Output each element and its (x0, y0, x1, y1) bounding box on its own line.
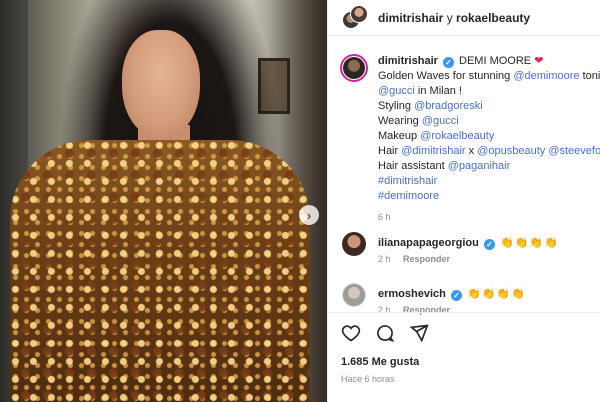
caption-body: dimitrishair ✓ DEMI MOORE ❤ Golden Waves… (378, 54, 600, 225)
caption-line: DEMI MOORE (459, 55, 532, 67)
caption-line: x (468, 145, 475, 157)
hashtag-link[interactable]: #dimitrishair (378, 175, 437, 187)
verified-icon: ✓ (483, 239, 495, 250)
coauthor-link[interactable]: rokaelbeauty (456, 11, 530, 25)
action-bar (340, 322, 430, 344)
avatar (350, 4, 368, 23)
share-icon[interactable] (408, 322, 430, 344)
photo-sequin-dress (10, 140, 310, 402)
comment-user[interactable]: ilianapapageorgiou (378, 237, 479, 249)
mention-link[interactable]: @gucci (378, 85, 415, 97)
comment-meta: 2 h Responder (378, 305, 450, 315)
comment-meta: 2 h Responder (378, 254, 450, 264)
clap-emoji-icon: 👏👏👏👏 (499, 237, 559, 249)
mention-link[interactable]: @dimitrishair (401, 145, 465, 157)
mention-link[interactable]: @bradgoreski (414, 100, 483, 112)
chevron-right-icon: › (306, 207, 312, 223)
comment-time: 2 h (378, 254, 391, 264)
hashtag-link[interactable]: #demimoore (378, 190, 439, 202)
mention-link[interactable]: @paganihair (448, 160, 511, 172)
mention-link[interactable]: @gucci (422, 115, 459, 127)
photo-face (122, 30, 200, 138)
caption-avatar[interactable] (340, 54, 368, 82)
next-image-button[interactable]: › (299, 205, 319, 225)
caption-author[interactable]: dimitrishair (378, 55, 438, 67)
comment-user[interactable]: ermoshevich (378, 288, 446, 300)
comment-item: ilianapapageorgiou ✓ 👏👏👏👏 2 h Responder (340, 232, 600, 272)
caption-line: Hair (378, 145, 399, 157)
author-link[interactable]: dimitrishair (378, 11, 443, 25)
reply-button[interactable]: Responder (403, 305, 450, 315)
verified-icon: ✓ (450, 290, 462, 301)
caption-line: Wearing (378, 115, 419, 127)
post-side-panel: dimitrishair y rokaelbeauty dimitrishair… (327, 0, 600, 402)
caption-line: Hair assistant (378, 160, 445, 172)
post-authors: dimitrishair y rokaelbeauty (378, 11, 530, 25)
caption-time: 6 h (378, 212, 391, 222)
red-heart-icon: ❤ (534, 55, 544, 67)
post-photo[interactable]: › (0, 0, 327, 402)
clap-emoji-icon: 👏👏👏👏 (467, 288, 526, 300)
comment-time: 2 h (378, 305, 391, 315)
mention-link[interactable]: @steevefournier (548, 145, 600, 157)
likes-count[interactable]: 1.685 Me gusta (341, 356, 419, 368)
avatar[interactable] (342, 232, 366, 256)
caption-line: tonight premiere of (582, 70, 600, 82)
caption-line: Styling (378, 100, 412, 112)
post-header: dimitrishair y rokaelbeauty (328, 0, 600, 36)
comment-line: ermoshevich ✓ 👏👏👏👏 (378, 287, 526, 301)
heart-icon[interactable] (340, 322, 362, 344)
collab-avatars[interactable] (342, 4, 368, 31)
comment-item: ermoshevich ✓ 👏👏👏👏 2 h Responder (340, 283, 600, 323)
mention-link[interactable]: @rokaelbeauty (420, 130, 494, 142)
authors-joiner: y (446, 10, 453, 25)
caption-line: in Milan ! (417, 85, 462, 97)
comment-line: ilianapapageorgiou ✓ 👏👏👏👏 (378, 236, 559, 250)
verified-icon: ✓ (442, 57, 454, 68)
avatar[interactable] (342, 283, 366, 307)
comment-icon[interactable] (374, 322, 396, 344)
caption-line: Golden Waves for stunning (378, 70, 511, 82)
mention-link[interactable]: @opusbeauty (477, 145, 545, 157)
posted-time: Hace 6 horas (341, 374, 395, 384)
actions-divider (328, 312, 600, 313)
caption-line: Makeup (378, 130, 418, 142)
mention-link[interactable]: @demimoore (513, 70, 579, 82)
reply-button[interactable]: Responder (403, 254, 450, 264)
